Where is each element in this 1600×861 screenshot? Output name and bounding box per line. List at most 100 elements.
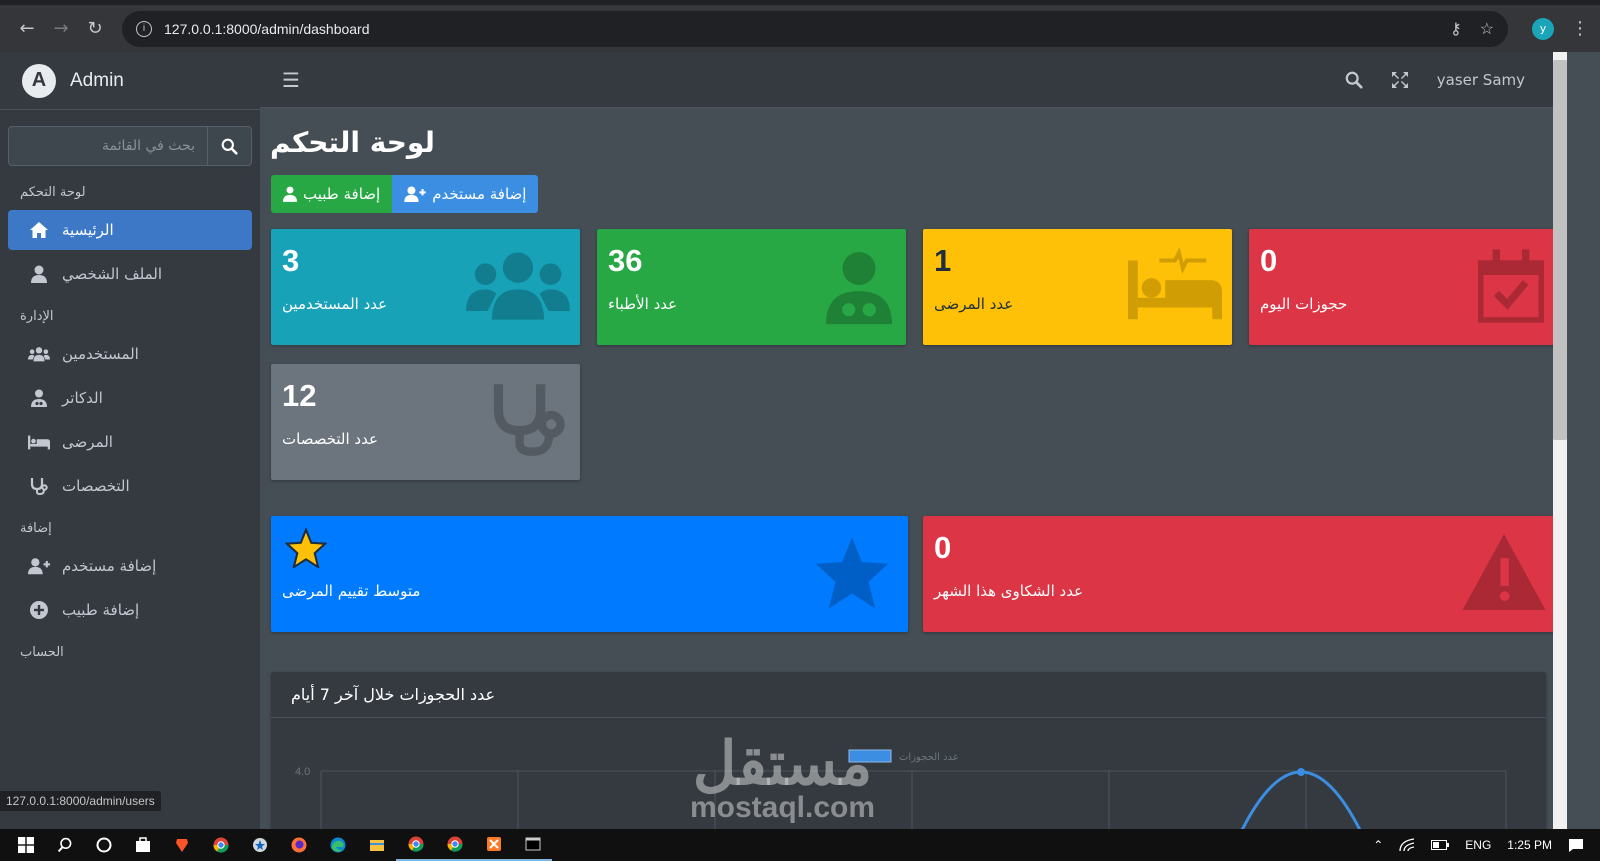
- sidebar-item-label: إضافة مستخدم: [62, 557, 157, 575]
- sidebar-item-add-doctor[interactable]: إضافة طبيب: [8, 590, 252, 630]
- calendar-check-icon: [1478, 249, 1544, 323]
- series-line: [1239, 770, 1363, 832]
- stat-label: عدد الأطباء: [608, 295, 678, 313]
- sidebar-search: [8, 126, 252, 166]
- sidebar-item-home[interactable]: الرئيسية: [8, 210, 252, 250]
- section-management: الإدارة: [20, 308, 54, 324]
- search-icon[interactable]: [1345, 71, 1363, 89]
- back-button[interactable]: ←: [10, 12, 44, 46]
- complaints-card[interactable]: 0 عدد الشكاوى هذا الشهر: [923, 516, 1560, 632]
- menu-toggle-icon[interactable]: ☰: [282, 68, 300, 92]
- patients-count-card[interactable]: 1 عدد المرضى: [923, 229, 1232, 345]
- sidebar: A Admin لوحة التحكم الرئيسية الملف الشخص…: [0, 52, 260, 829]
- cortana-icon[interactable]: [84, 829, 123, 861]
- scrollbar-track[interactable]: [1567, 52, 1600, 829]
- app-icon[interactable]: [240, 829, 279, 861]
- sidebar-item-users[interactable]: المستخدمين: [8, 334, 252, 374]
- store-icon[interactable]: [123, 829, 162, 861]
- brand[interactable]: A Admin: [0, 52, 260, 110]
- sidebar-item-label: المستخدمين: [62, 345, 139, 363]
- sidebar-item-add-user[interactable]: إضافة مستخدم: [8, 546, 252, 586]
- windows-start-icon[interactable]: [6, 829, 45, 861]
- stethoscope-icon: [28, 477, 50, 495]
- browser-menu-icon[interactable]: ⋮: [1570, 18, 1590, 39]
- chart-body: 4.0 عدد الحجوزات: [271, 718, 1546, 832]
- user-plus-icon: [28, 557, 50, 575]
- specialties-count-card[interactable]: 12 عدد التخصصات: [271, 364, 580, 480]
- profile-avatar[interactable]: y: [1532, 17, 1554, 40]
- bed-icon: [28, 434, 50, 450]
- add-doctor-label: إضافة طبيب: [303, 185, 381, 203]
- bookmark-star-icon[interactable]: ☆: [1480, 19, 1494, 39]
- stat-value: 0: [1260, 243, 1278, 278]
- network-icon[interactable]: [1399, 838, 1415, 852]
- search-icon: [221, 138, 238, 155]
- clock[interactable]: 1:25 PM: [1507, 838, 1552, 852]
- reload-button[interactable]: ↻: [78, 12, 112, 46]
- users-count-card[interactable]: 3 عدد المستخدمين: [271, 229, 580, 345]
- doctors-count-card[interactable]: 36 عدد الأطباء: [597, 229, 906, 345]
- username[interactable]: yaser Samy: [1437, 71, 1525, 89]
- stat-label: متوسط تقييم المرضى: [282, 582, 421, 600]
- sidebar-item-label: الرئيسية: [62, 221, 114, 239]
- terminal-icon[interactable]: [513, 829, 552, 861]
- windows-taskbar: ⌃ ENG 1:25 PM: [0, 829, 1600, 861]
- language-indicator[interactable]: ENG: [1465, 838, 1491, 852]
- add-user-button[interactable]: إضافة مستخدم: [392, 175, 539, 213]
- watermark-arabic: مستقل: [692, 730, 873, 797]
- doctor-icon: [283, 186, 297, 202]
- xampp-icon[interactable]: [474, 829, 513, 861]
- scrollbar-thumb[interactable]: [1553, 60, 1567, 440]
- section-account: الحساب: [20, 644, 64, 660]
- add-doctor-button[interactable]: إضافة طبيب: [271, 175, 393, 213]
- chart-title: عدد الحجوزات خلال آخر 7 أيام: [291, 685, 496, 704]
- watermark-english: mostaql.com: [690, 791, 876, 824]
- sidebar-item-profile[interactable]: الملف الشخصي: [8, 254, 252, 294]
- doctor-icon: [28, 389, 50, 407]
- stat-value: 1: [934, 243, 952, 278]
- page-title: لوحة التحكم: [270, 126, 435, 159]
- doctor-icon: [826, 251, 892, 325]
- battery-icon[interactable]: [1431, 840, 1450, 850]
- stat-label: عدد المستخدمين: [282, 295, 388, 313]
- users-icon: [466, 252, 570, 320]
- bookings-chart-card: عدد الحجوزات خلال آخر 7 أيام 4.0 عدد الح…: [271, 672, 1546, 832]
- sidebar-item-patients[interactable]: المرضى: [8, 422, 252, 462]
- sidebar-search-input[interactable]: [8, 126, 207, 166]
- add-user-label: إضافة مستخدم: [432, 185, 527, 203]
- stat-label: عدد الشكاوى هذا الشهر: [934, 582, 1084, 600]
- stethoscope-icon: [493, 384, 565, 456]
- firefox-icon[interactable]: [279, 829, 318, 861]
- today-bookings-card[interactable]: 0 حجوزات اليوم: [1249, 229, 1558, 345]
- brand-text: Admin: [70, 69, 124, 91]
- tray-chevron-icon[interactable]: ⌃: [1373, 838, 1383, 852]
- chrome-icon[interactable]: [396, 829, 435, 861]
- chrome-icon[interactable]: [435, 829, 474, 861]
- key-icon[interactable]: ⚷: [1450, 19, 1462, 39]
- sidebar-item-doctors[interactable]: الدكاتر: [8, 378, 252, 418]
- star-icon: [815, 537, 889, 609]
- chrome-icon[interactable]: [201, 829, 240, 861]
- browser-chrome: ← → ↻ i 127.0.0.1:8000/admin/dashboard ⚷…: [0, 0, 1600, 52]
- fullscreen-icon[interactable]: [1391, 71, 1409, 89]
- notifications-icon[interactable]: [1568, 838, 1584, 853]
- sidebar-item-specialties[interactable]: التخصصات: [8, 466, 252, 506]
- site-info-icon[interactable]: i: [136, 20, 152, 37]
- brand-logo: A: [22, 63, 56, 98]
- watermark: مستقل mostaql.com: [690, 730, 876, 824]
- rating-average-card[interactable]: متوسط تقييم المرضى: [271, 516, 908, 632]
- edge-icon[interactable]: [318, 829, 357, 861]
- users-icon: [28, 346, 50, 362]
- brave-icon[interactable]: [162, 829, 201, 861]
- main-content: لوحة التحكم إضافة طبيب إضافة مستخدم 3 عد…: [260, 108, 1560, 832]
- search-icon[interactable]: [45, 829, 84, 861]
- action-buttons: إضافة طبيب إضافة مستخدم: [271, 175, 539, 213]
- file-explorer-icon[interactable]: [357, 829, 396, 861]
- address-bar[interactable]: i 127.0.0.1:8000/admin/dashboard ⚷ ☆: [122, 10, 1508, 47]
- address-url[interactable]: 127.0.0.1:8000/admin/dashboard: [164, 21, 1450, 37]
- stat-label: عدد المرضى: [934, 295, 1014, 313]
- sidebar-search-button[interactable]: [207, 126, 252, 166]
- forward-button[interactable]: →: [44, 12, 78, 46]
- user-plus-icon: [404, 186, 426, 202]
- chart-header: عدد الحجوزات خلال آخر 7 أيام: [271, 672, 1546, 718]
